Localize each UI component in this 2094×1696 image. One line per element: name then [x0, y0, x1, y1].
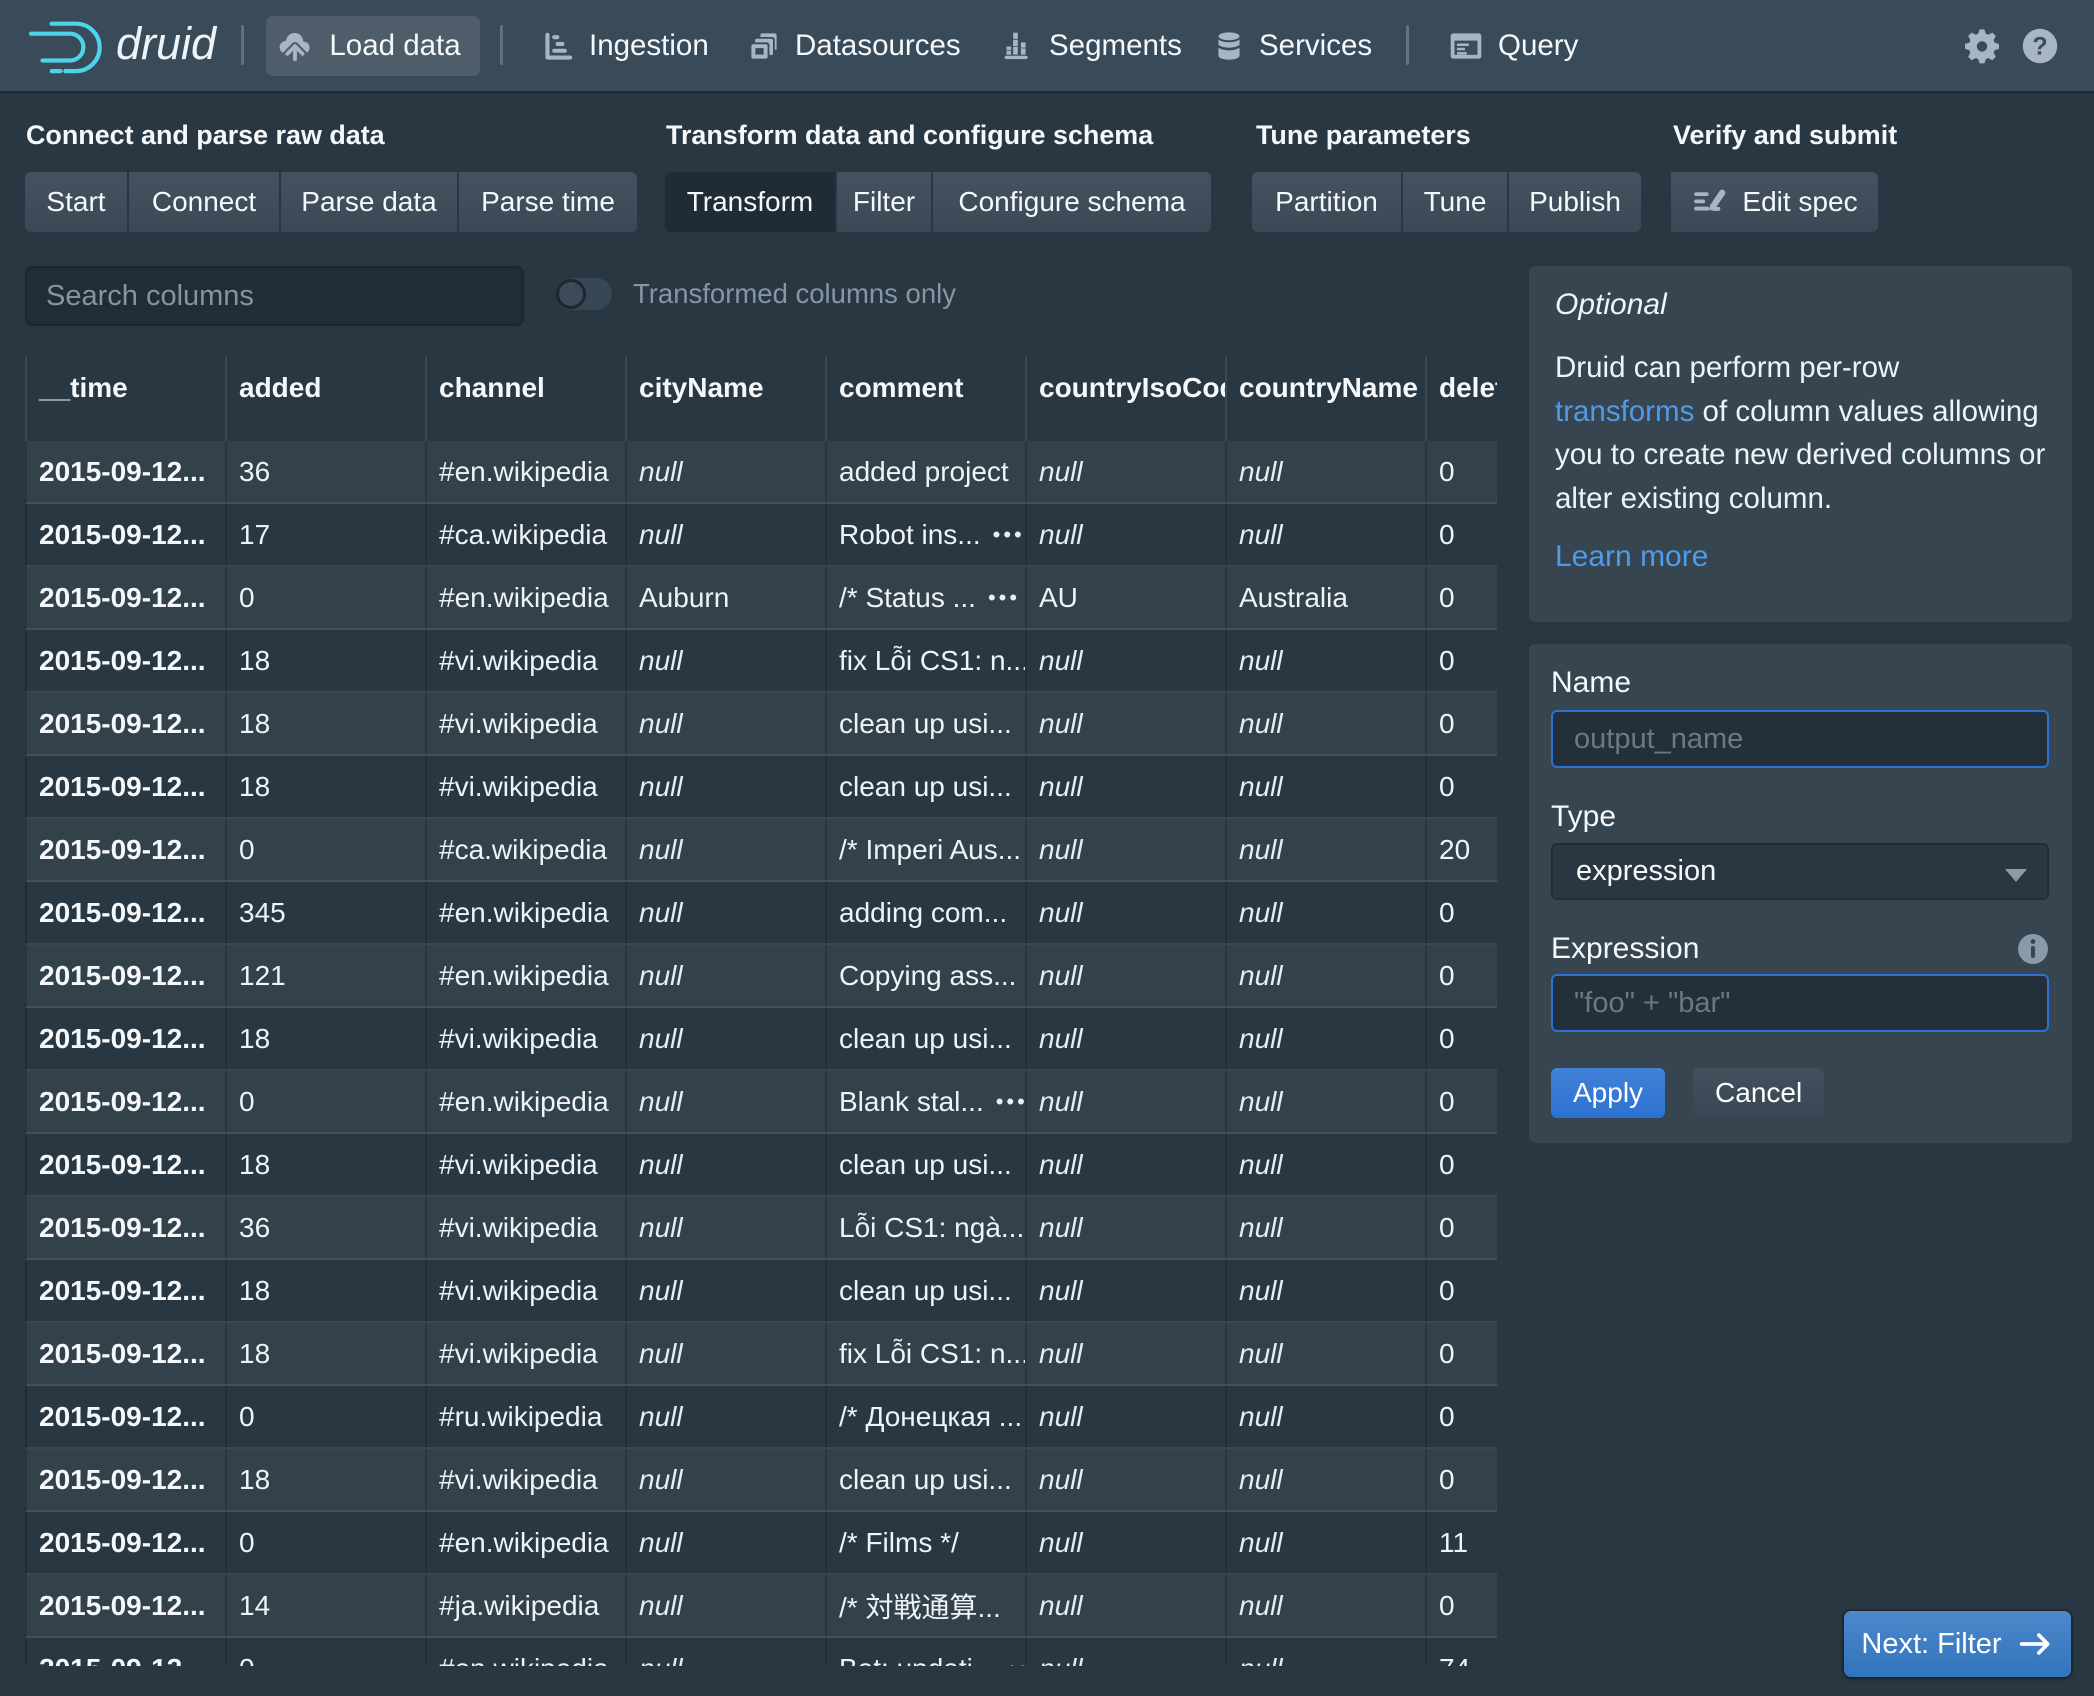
svg-text:?: ? — [2032, 32, 2047, 60]
